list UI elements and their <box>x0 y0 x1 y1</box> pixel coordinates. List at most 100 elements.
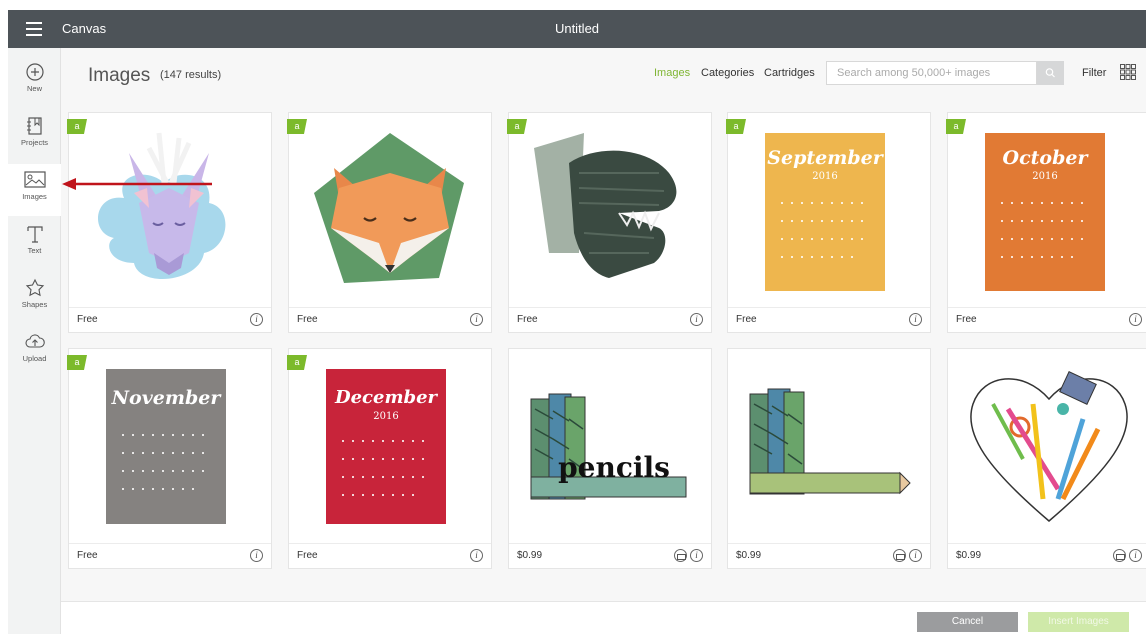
card-footer: Free i <box>509 307 711 332</box>
image-card[interactable]: a Free i <box>67 112 272 333</box>
page-title: Images <box>88 65 151 86</box>
result-count: (147 results) <box>160 69 222 81</box>
sidebar-item-images[interactable]: Images <box>8 164 61 216</box>
access-badge: a <box>726 119 746 134</box>
image-card[interactable]: a October 2016 Free i <box>946 112 1146 333</box>
calendar-illustration: November <box>106 369 226 524</box>
image-thumbnail: November <box>69 349 271 543</box>
info-icon[interactable]: i <box>250 549 263 562</box>
image-card[interactable]: a September 2016 Free i <box>726 112 931 333</box>
image-thumbnail: December 2016 <box>289 349 491 543</box>
sidebar-item-label: Upload <box>22 354 47 363</box>
calendar-title: September <box>767 147 883 169</box>
info-icon[interactable]: i <box>470 549 483 562</box>
sidebar: New Projects Images Text Shapes Upload <box>8 48 61 634</box>
sidebar-item-new[interactable]: New <box>8 56 61 108</box>
sidebar-item-label: New <box>26 84 42 93</box>
projects-icon <box>26 117 42 135</box>
sidebar-item-projects[interactable]: Projects <box>8 110 61 162</box>
price-label: Free <box>297 314 318 325</box>
info-icon[interactable]: i <box>909 313 922 326</box>
card-footer: Free i <box>289 307 491 332</box>
card-footer: $0.99 i <box>509 543 711 568</box>
price-label: Free <box>736 314 757 325</box>
dinosaur-head-illustration <box>534 133 677 278</box>
pencils-l-illustration <box>749 388 911 495</box>
image-thumbnail: September 2016 <box>728 113 930 307</box>
print-icon <box>1113 549 1126 562</box>
image-thumbnail <box>728 349 930 543</box>
card-footer: Free i <box>69 543 271 568</box>
info-icon[interactable]: i <box>909 549 922 562</box>
plus-circle-icon <box>25 63 44 81</box>
annotation-arrow <box>62 178 212 190</box>
image-card[interactable]: $0.99 i <box>947 348 1146 569</box>
sidebar-item-upload[interactable]: Upload <box>8 326 61 378</box>
price-label: $0.99 <box>517 550 543 561</box>
image-card[interactable]: pencils $0.99 i <box>508 348 712 569</box>
price-label: $0.99 <box>736 550 762 561</box>
info-icon[interactable]: i <box>1129 313 1142 326</box>
calendar-illustration: December 2016 <box>326 369 446 524</box>
image-card[interactable]: a December 2016 Free i <box>287 348 492 569</box>
image-thumbnail <box>69 113 271 307</box>
image-thumbnail: pencils <box>509 349 711 543</box>
calendar-year: 2016 <box>812 171 838 182</box>
document-title: Untitled <box>554 21 600 36</box>
pencils-text: pencils <box>558 451 670 484</box>
app-window: Canvas Untitled New Projects Images Text… <box>0 0 1146 634</box>
tab-cartridges[interactable]: Cartridges <box>764 67 815 79</box>
price-label: Free <box>297 550 318 561</box>
info-icon[interactable]: i <box>690 549 703 562</box>
access-badge: a <box>67 355 87 370</box>
calendar-title: December <box>334 387 438 408</box>
card-footer: $0.99 i <box>948 543 1146 568</box>
price-label: Free <box>77 314 98 325</box>
sidebar-item-text[interactable]: Text <box>8 218 61 270</box>
price-label: Free <box>956 314 977 325</box>
grid-view-icon[interactable] <box>1120 64 1136 80</box>
price-label: Free <box>77 550 98 561</box>
image-card[interactable]: $0.99 i <box>727 348 931 569</box>
tab-categories[interactable]: Categories <box>701 67 754 79</box>
info-icon[interactable]: i <box>250 313 263 326</box>
insert-images-button[interactable]: Insert Images <box>1028 612 1129 632</box>
search-button[interactable] <box>1037 61 1064 85</box>
card-footer: $0.99 i <box>728 543 930 568</box>
info-icon[interactable]: i <box>1129 549 1142 562</box>
tab-images[interactable]: Images <box>654 67 690 79</box>
image-thumbnail <box>289 113 491 307</box>
images-panel: Images (147 results) Images Categories C… <box>61 48 1146 634</box>
image-icon <box>23 171 46 188</box>
calendar-title: November <box>111 387 221 409</box>
image-card[interactable]: a Free i <box>507 112 712 333</box>
calendar-title: October <box>1002 147 1088 169</box>
search-input[interactable]: Search among 50,000+ images <box>826 61 1037 85</box>
pencils-illustration: pencils <box>530 393 687 500</box>
top-bar: Canvas Untitled <box>8 10 1146 48</box>
info-icon[interactable]: i <box>690 313 703 326</box>
cancel-button[interactable]: Cancel <box>917 612 1018 632</box>
image-card[interactable]: a November Free i <box>67 348 272 569</box>
image-thumbnail: October 2016 <box>948 113 1146 307</box>
sidebar-item-label: Text <box>27 246 42 255</box>
calendar-year: 2016 <box>1032 171 1058 182</box>
print-icon <box>674 549 687 562</box>
sidebar-item-shapes[interactable]: Shapes <box>8 272 61 324</box>
upload-cloud-icon <box>24 334 45 348</box>
info-icon[interactable]: i <box>470 313 483 326</box>
price-label: Free <box>517 314 538 325</box>
access-badge: a <box>507 119 527 134</box>
text-icon <box>26 226 43 243</box>
fox-head-illustration <box>314 133 464 283</box>
card-footer: Free i <box>948 307 1146 332</box>
access-badge: a <box>287 355 307 370</box>
calendar-illustration: September 2016 <box>765 133 885 291</box>
filter-button[interactable]: Filter <box>1082 67 1106 79</box>
card-footer: Free i <box>289 543 491 568</box>
dialog-footer: Cancel Insert Images <box>61 601 1146 634</box>
sidebar-item-label: Projects <box>20 138 49 147</box>
supplies-heart-illustration <box>970 371 1128 522</box>
access-badge: a <box>946 119 966 134</box>
image-card[interactable]: a Free i <box>287 112 492 333</box>
